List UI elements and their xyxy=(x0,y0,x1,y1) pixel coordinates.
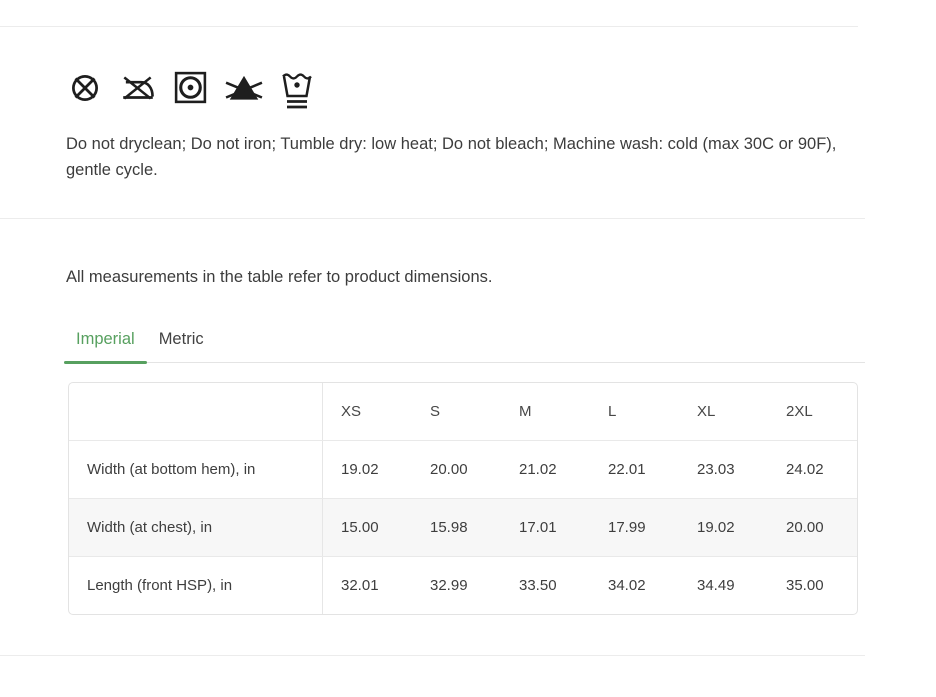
cell-value: 33.50 xyxy=(501,577,590,594)
cell-value: 15.98 xyxy=(412,519,501,536)
column-header: XL xyxy=(679,403,768,420)
cell-value: 19.02 xyxy=(679,519,768,536)
size-table: XSSMLXL2XLWidth (at bottom hem), in19.02… xyxy=(68,382,858,615)
table-row: Width (at bottom hem), in19.0220.0021.02… xyxy=(69,440,857,498)
corner-cell xyxy=(69,383,323,440)
cell-value: 20.00 xyxy=(768,519,857,536)
cell-value: 22.01 xyxy=(590,461,679,478)
cell-value: 23.03 xyxy=(679,461,768,478)
row-label: Length (front HSP), in xyxy=(69,557,323,614)
row-label: Width (at chest), in xyxy=(69,499,323,556)
row-label: Width (at bottom hem), in xyxy=(69,441,323,498)
do-not-bleach-icon xyxy=(223,69,265,107)
tab-metric[interactable]: Metric xyxy=(147,321,216,362)
cell-value: 17.99 xyxy=(590,519,679,536)
tumble-dry-low-heat-icon xyxy=(172,69,209,106)
column-header: S xyxy=(412,403,501,420)
table-row: Length (front HSP), in32.0132.9933.5034.… xyxy=(69,556,857,614)
cell-value: 32.99 xyxy=(412,577,501,594)
table-row: Width (at chest), in15.0015.9817.0117.99… xyxy=(69,498,857,556)
column-header: 2XL xyxy=(768,403,857,420)
cell-value: 32.01 xyxy=(323,577,412,594)
cell-value: 17.01 xyxy=(501,519,590,536)
section-divider-middle xyxy=(0,218,865,219)
cell-value: 21.02 xyxy=(501,461,590,478)
cell-value: 15.00 xyxy=(323,519,412,536)
table-header-row: XSSMLXL2XL xyxy=(69,383,857,440)
column-header: M xyxy=(501,403,590,420)
column-header: XS xyxy=(323,403,412,420)
unit-tabs: ImperialMetric xyxy=(64,321,865,363)
measurements-note: All measurements in the table refer to p… xyxy=(66,268,870,287)
cell-value: 20.00 xyxy=(412,461,501,478)
care-instructions-text: Do not dryclean; Do not iron; Tumble dry… xyxy=(66,131,858,183)
column-header: L xyxy=(590,403,679,420)
do-not-dryclean-icon xyxy=(66,69,104,107)
section-divider-top xyxy=(0,26,858,27)
machine-wash-cold-icon xyxy=(279,69,315,113)
cell-value: 34.49 xyxy=(679,577,768,594)
tab-imperial[interactable]: Imperial xyxy=(64,321,147,362)
do-not-iron-icon xyxy=(118,69,158,107)
cell-value: 34.02 xyxy=(590,577,679,594)
cell-value: 24.02 xyxy=(768,461,857,478)
section-divider-bottom xyxy=(0,655,865,656)
cell-value: 19.02 xyxy=(323,461,412,478)
cell-value: 35.00 xyxy=(768,577,857,594)
care-icons-row xyxy=(66,69,936,117)
